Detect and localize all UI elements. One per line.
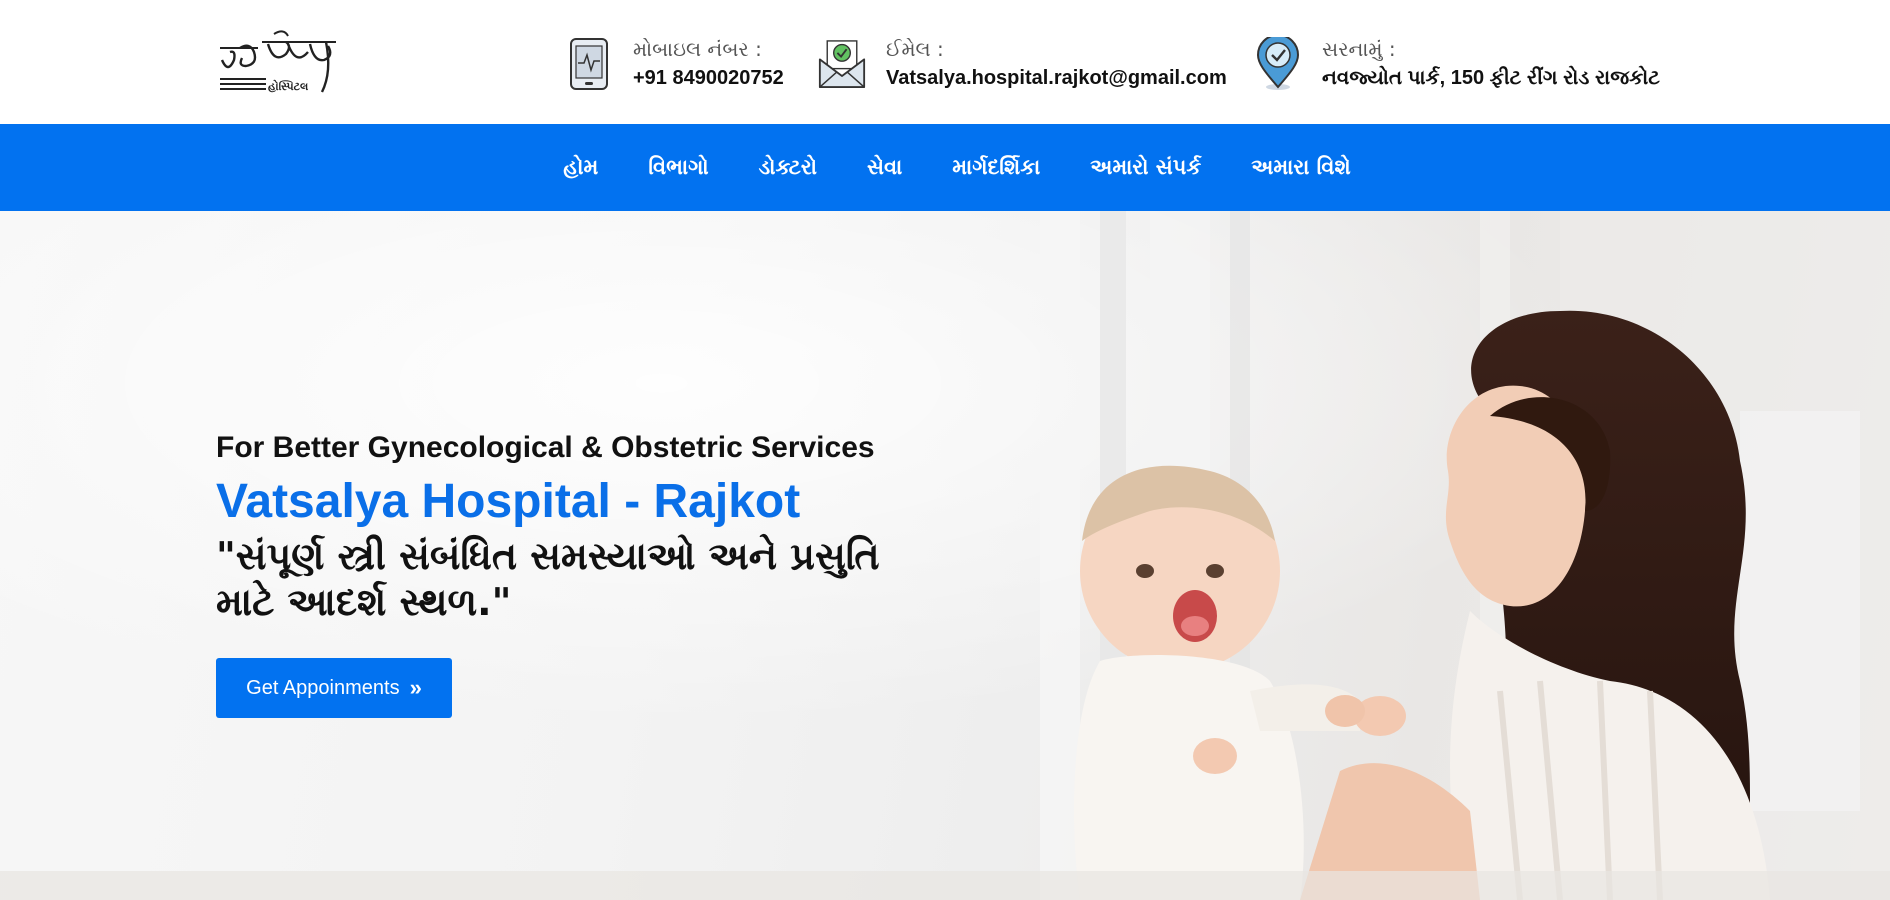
address-label: સરનામું : [1322, 37, 1396, 61]
mobile-number[interactable]: +91 8490020752 [633, 64, 784, 92]
hero-subtitle: For Better Gynecological & Obstetric Ser… [216, 431, 875, 464]
email-address[interactable]: Vatsalya.hospital.rajkot@gmail.com [886, 64, 1227, 92]
double-chevron-right-icon: » [409, 675, 422, 700]
tablet-icon [565, 36, 613, 92]
main-nav: હોમ વિભાગો ડોક્ટરો સેવા માર્ગદર્શિકા અમા… [0, 124, 1890, 211]
hospital-logo[interactable]: હોસ્પિટલ [218, 30, 338, 104]
nav-item-guide[interactable]: માર્ગદર્શિકા [952, 155, 1040, 180]
hero-title: Vatsalya Hospital - Rajkot [216, 475, 801, 528]
contact-email: ઈમેલ : Vatsalya.hospital.rajkot@gmail.co… [818, 36, 1227, 92]
nav-item-doctors[interactable]: ડોક્ટરો [759, 155, 817, 180]
hero-quote: "સંપૂર્ણ સ્ત્રી સંબંધિત સમસ્યાઓ અને પ્રસ… [216, 534, 880, 624]
hero-text: For Better Gynecological & Obstetric Ser… [216, 429, 936, 625]
get-appointments-button[interactable]: Get Appoinments » [216, 658, 452, 718]
svg-text:હોસ્પિટલ: હોસ્પિટલ [268, 79, 309, 93]
nav-item-contact[interactable]: અમારો સંપર્ક [1090, 155, 1201, 180]
contact-address: સરનામું : નવજ્યોત પાર્ક, 150 ફીટ રીંગ રો… [1254, 36, 1660, 92]
top-header: હોસ્પિટલ મોબાઇલ નંબર : +91 8490020752 ઈમ… [0, 0, 1890, 124]
get-appointments-label: Get Appoinments [246, 676, 400, 699]
nav-item-departments[interactable]: વિભાગો [648, 155, 708, 180]
mobile-label: મોબાઇલ નંબર : [633, 37, 762, 61]
nav-item-home[interactable]: હોમ [563, 155, 598, 180]
contact-mobile: મોબાઇલ નંબર : +91 8490020752 [565, 36, 784, 92]
envelope-icon [818, 36, 866, 92]
location-pin-icon [1254, 36, 1302, 92]
email-label: ઈમેલ : [886, 37, 944, 61]
nav-item-about[interactable]: અમારા વિશે [1251, 155, 1350, 180]
address-text: નવજ્યોત પાર્ક, 150 ફીટ રીંગ રોડ રાજકોટ [1322, 67, 1660, 89]
hero-banner: For Better Gynecological & Obstetric Ser… [0, 211, 1890, 900]
nav-item-services[interactable]: સેવા [867, 155, 902, 180]
